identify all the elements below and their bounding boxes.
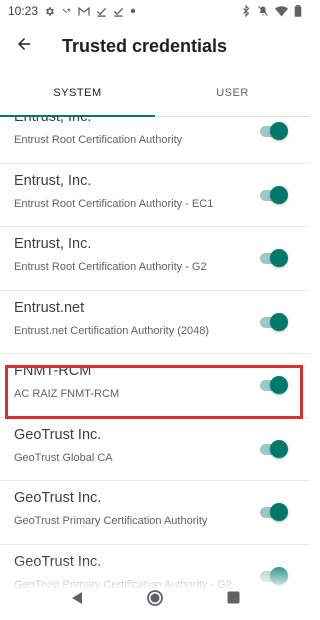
toggle-thumb: [270, 122, 288, 140]
certificate-toggle[interactable]: [258, 248, 288, 268]
certificate-title: Entrust, Inc.: [14, 236, 92, 252]
certificate-toggle[interactable]: [258, 312, 288, 332]
mute-icon: [257, 5, 269, 17]
battery-icon: [294, 5, 302, 17]
gmail-icon: [78, 6, 90, 17]
back-triangle-icon: [70, 591, 84, 610]
toggle-thumb: [270, 439, 288, 458]
certificate-row[interactable]: Entrust, Inc. Entrust Root Certification…: [0, 227, 310, 291]
status-time: 10:23: [8, 4, 39, 18]
missed-call-icon: [61, 6, 72, 17]
recents-square-icon: [227, 591, 240, 609]
certificate-title: Entrust, Inc.: [14, 117, 92, 125]
certificate-toggle[interactable]: [258, 439, 288, 459]
check-icon: [113, 6, 124, 17]
nav-back-button[interactable]: [67, 590, 87, 610]
certificate-row-highlighted[interactable]: FNMT-RCM AC RAIZ FNMT-RCM: [0, 354, 310, 418]
certificate-title: GeoTrust Inc.: [14, 490, 102, 506]
certificate-title: GeoTrust Inc.: [14, 426, 102, 443]
certificate-row[interactable]: GeoTrust Inc. GeoTrust Global CA: [0, 418, 310, 481]
certificate-row[interactable]: Entrust, Inc. Entrust Root Certification…: [0, 117, 310, 164]
certificate-subtitle: Entrust Root Certification Authority - E…: [14, 197, 214, 210]
certificate-row[interactable]: Entrust, Inc. Entrust Root Certification…: [0, 164, 310, 227]
toggle-thumb: [270, 376, 288, 394]
toggle-thumb: [270, 185, 288, 204]
certificate-row[interactable]: Entrust.net Entrust.net Certification Au…: [0, 291, 310, 354]
page-title: Trusted credentials: [62, 35, 228, 56]
certificate-subtitle: GeoTrust Primary Certification Authority: [14, 515, 208, 527]
status-bar-left: 10:23: [8, 4, 136, 18]
nav-recents-button[interactable]: [223, 590, 243, 610]
toggle-thumb: [270, 249, 288, 267]
tab-bar: SYSTEM USER: [0, 70, 310, 117]
certificate-subtitle: GeoTrust Global CA: [14, 451, 113, 464]
certificate-list[interactable]: Entrust, Inc. Entrust Root Certification…: [0, 117, 310, 620]
certificate-title: Entrust, Inc.: [14, 172, 92, 189]
status-bar-right: [241, 5, 302, 17]
certificate-toggle[interactable]: [258, 375, 288, 395]
certificate-toggle[interactable]: [258, 185, 288, 205]
back-button[interactable]: [2, 24, 46, 68]
certificate-title: GeoTrust Inc.: [14, 553, 102, 570]
app-bar: Trusted credentials: [0, 22, 310, 70]
navigation-bar: [0, 580, 310, 620]
toggle-thumb: [270, 503, 288, 521]
certificate-subtitle: Entrust.net Certification Authority (204…: [14, 324, 210, 337]
certificate-subtitle: Entrust Root Certification Authority: [14, 134, 183, 146]
status-bar: 10:23: [0, 0, 310, 22]
tab-system[interactable]: SYSTEM: [0, 70, 155, 117]
certificate-title: Entrust.net: [14, 299, 85, 316]
arrow-back-icon: [15, 35, 33, 58]
certificate-row[interactable]: GeoTrust Inc. GeoTrust Primary Certifica…: [0, 481, 310, 545]
tab-user[interactable]: USER: [155, 70, 310, 116]
bluetooth-icon: [241, 5, 251, 17]
toggle-thumb: [270, 312, 288, 331]
dot-icon: [130, 8, 136, 14]
wifi-icon: [275, 5, 288, 17]
gear-icon: [44, 6, 55, 17]
nav-home-button[interactable]: [145, 589, 165, 612]
certificate-title: FNMT-RCM: [14, 363, 92, 379]
certificate-toggle[interactable]: [258, 121, 288, 141]
certificate-toggle[interactable]: [258, 502, 288, 522]
certificate-subtitle: AC RAIZ FNMT-RCM: [14, 388, 120, 400]
certificate-subtitle: Entrust Root Certification Authority - G…: [14, 261, 207, 273]
certificate-list-content: Entrust, Inc. Entrust Root Certification…: [0, 117, 310, 608]
home-circle-icon: [146, 589, 164, 612]
check-icon: [96, 6, 107, 17]
